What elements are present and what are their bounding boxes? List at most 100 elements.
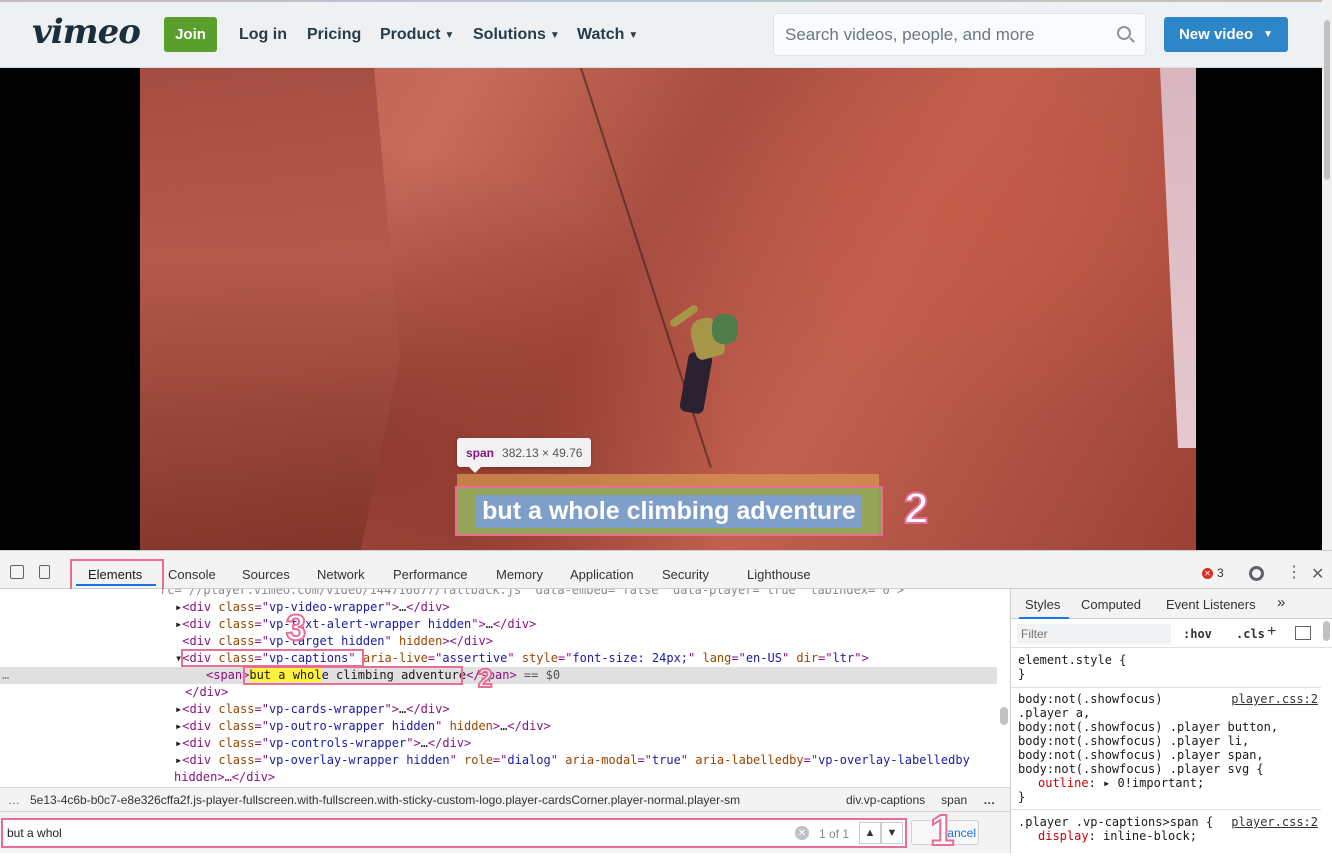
- nav-solutions[interactable]: Solutions ▼: [473, 26, 560, 44]
- climber-backpack: [712, 314, 738, 344]
- more-options-icon[interactable]: ⋮: [1286, 565, 1302, 581]
- css-rule-captions-span[interactable]: .player .vp-captions>span {: [1018, 815, 1213, 829]
- css-property-display[interactable]: display: inline-block;: [1038, 829, 1197, 843]
- css-divider: [1011, 809, 1321, 810]
- caption-text: but a whole climbing adventure: [476, 494, 862, 528]
- breadcrumb-more[interactable]: …: [983, 793, 995, 807]
- css-rule-element-style[interactable]: element.style { }: [1018, 653, 1126, 681]
- dom-node-target[interactable]: <div class="vp-target hidden" hidden></d…: [175, 633, 493, 650]
- annotation-2-video: 2: [903, 483, 930, 534]
- annotation-box-captions: [181, 649, 364, 667]
- new-video-label: New video: [1178, 26, 1254, 43]
- error-counter[interactable]: ✕ 3: [1202, 566, 1224, 580]
- devtools-panel: Elements Console Sources Network Perform…: [0, 550, 1332, 856]
- css-source-link[interactable]: player.css:2: [1231, 815, 1318, 829]
- tab-event-listeners[interactable]: Event Listeners: [1166, 597, 1256, 612]
- join-button[interactable]: Join: [164, 17, 217, 52]
- devtools-tab-bar: Elements Console Sources Network Perform…: [0, 551, 1332, 595]
- video-rock-shade: [140, 68, 400, 550]
- dom-scrollbar[interactable]: [1000, 707, 1008, 725]
- vimeo-logo[interactable]: vimeo: [32, 12, 141, 52]
- video-sky: [1160, 68, 1196, 448]
- chevron-down-icon: ▼: [628, 29, 639, 41]
- tab-lighthouse[interactable]: Lighthouse: [747, 567, 811, 582]
- dom-node-alert-wrapper[interactable]: ▸<div class="vp-text-alert-wrapper hidde…: [175, 616, 536, 633]
- nav-pricing[interactable]: Pricing: [307, 26, 361, 44]
- close-icon[interactable]: ✕: [1311, 564, 1324, 584]
- dom-node-controls-wrapper[interactable]: ▸<div class="vp-controls-wrapper">…</div…: [175, 735, 471, 752]
- page-scrollbar-thumb[interactable]: [1324, 20, 1330, 180]
- video-climber: [668, 303, 750, 428]
- new-video-button[interactable]: New video ▼: [1164, 17, 1288, 52]
- dom-node-overlay-wrapper[interactable]: ▸<div class="vp-overlay-wrapper hidden" …: [175, 752, 970, 769]
- styles-filter-input[interactable]: [1017, 624, 1171, 644]
- tab-console[interactable]: Console: [168, 567, 216, 582]
- css-property-outline[interactable]: outline: ▸ 0!important;: [1038, 776, 1204, 790]
- inspect-tooltip: span 382.13 × 49.76: [457, 438, 592, 473]
- breadcrumb-captions[interactable]: div.vp-captions: [846, 793, 925, 807]
- tab-security[interactable]: Security: [662, 567, 709, 582]
- find-previous-button[interactable]: ▲: [859, 822, 881, 844]
- annotation-box-span: [243, 666, 463, 685]
- tab-computed[interactable]: Computed: [1081, 597, 1141, 612]
- breadcrumb-player[interactable]: 5e13-4c6b-b0c7-e8e326cffa2f.js-player-fu…: [30, 793, 830, 807]
- tab-memory[interactable]: Memory: [496, 567, 543, 582]
- chevron-down-icon: ▼: [549, 29, 560, 41]
- search-icon[interactable]: [1117, 26, 1131, 40]
- tooltip-tag: span: [466, 445, 495, 460]
- tab-sources[interactable]: Sources: [242, 567, 290, 582]
- gear-icon[interactable]: [1249, 566, 1264, 581]
- clear-search-icon[interactable]: ✕: [795, 826, 809, 840]
- tab-performance[interactable]: Performance: [393, 567, 467, 582]
- styles-panel: Styles Computed Event Listeners » :hov .…: [1010, 589, 1332, 853]
- nav-watch[interactable]: Watch ▼: [577, 26, 638, 44]
- tab-styles[interactable]: Styles: [1025, 597, 1060, 612]
- dom-tree: rc="//player.vimeo.com/video/144716677/f…: [0, 589, 1010, 784]
- styles-tab-bar: Styles Computed Event Listeners »: [1011, 589, 1332, 619]
- tooltip-size: 382.13 × 49.76: [502, 445, 583, 460]
- nav-product[interactable]: Product ▼: [380, 26, 454, 44]
- dom-node-close-div[interactable]: </div>: [185, 684, 228, 701]
- error-icon: ✕: [1202, 567, 1213, 579]
- find-input-box: ✕ 1 of 1 ▲ ▼: [1, 818, 907, 848]
- css-source-link[interactable]: player.css:2: [1231, 692, 1318, 706]
- hov-toggle[interactable]: :hov: [1183, 627, 1212, 641]
- chevron-down-icon: ▼: [1263, 29, 1274, 40]
- nav-login[interactable]: Log in: [239, 26, 287, 44]
- breadcrumb-span[interactable]: span: [941, 793, 967, 807]
- inspect-element-icon[interactable]: [10, 565, 24, 579]
- device-toolbar-icon[interactable]: [39, 565, 50, 579]
- nav-product-label: Product: [380, 26, 441, 43]
- nav-pricing-label: Pricing: [307, 26, 362, 43]
- new-rule-icon[interactable]: +: [1267, 623, 1276, 641]
- more-tabs-icon[interactable]: »: [1277, 594, 1285, 611]
- nav-login-label: Log in: [239, 26, 287, 43]
- find-bar: ✕ 1 of 1 ▲ ▼ Cancel: [0, 811, 1010, 853]
- dom-node-cards-wrapper[interactable]: ▸<div class="vp-cards-wrapper">…</div>: [175, 701, 450, 718]
- toggle-sidebar-icon[interactable]: [1295, 626, 1311, 640]
- find-next-button[interactable]: ▼: [881, 822, 903, 844]
- header-accent-line: [0, 0, 1322, 2]
- dom-breadcrumb: … 5e13-4c6b-b0c7-e8e326cffa2f.js-player-…: [0, 787, 1010, 811]
- css-divider: [1011, 687, 1321, 688]
- styles-filter-row: :hov .cls +: [1011, 620, 1332, 648]
- video-caption: but a whole climbing adventure: [455, 486, 883, 536]
- nav-solutions-label: Solutions: [473, 26, 546, 43]
- styles-scrollbar[interactable]: [1323, 621, 1330, 641]
- cls-toggle[interactable]: .cls: [1236, 627, 1265, 641]
- dom-node-overlay-hidden[interactable]: hidden>…</div>: [174, 769, 275, 784]
- tab-network[interactable]: Network: [317, 567, 365, 582]
- climber-legs: [678, 351, 714, 415]
- page-scrollbar[interactable]: [1322, 0, 1332, 550]
- dom-node-outro-wrapper[interactable]: ▸<div class="vp-outro-wrapper hidden" hi…: [175, 718, 551, 735]
- dom-row-ellipsis: …: [2, 668, 10, 682]
- dom-node-video-wrapper[interactable]: ▸<div class="vp-video-wrapper">…</div>: [175, 599, 450, 616]
- annotation-2-dom: 2: [477, 662, 494, 694]
- chevron-down-icon: ▼: [444, 29, 455, 41]
- search-input[interactable]: [785, 24, 1105, 45]
- error-count: 3: [1217, 566, 1224, 580]
- site-search: [773, 13, 1146, 56]
- find-input[interactable]: [7, 824, 767, 842]
- tab-application[interactable]: Application: [570, 567, 634, 582]
- breadcrumb-ellipsis[interactable]: …: [8, 793, 20, 807]
